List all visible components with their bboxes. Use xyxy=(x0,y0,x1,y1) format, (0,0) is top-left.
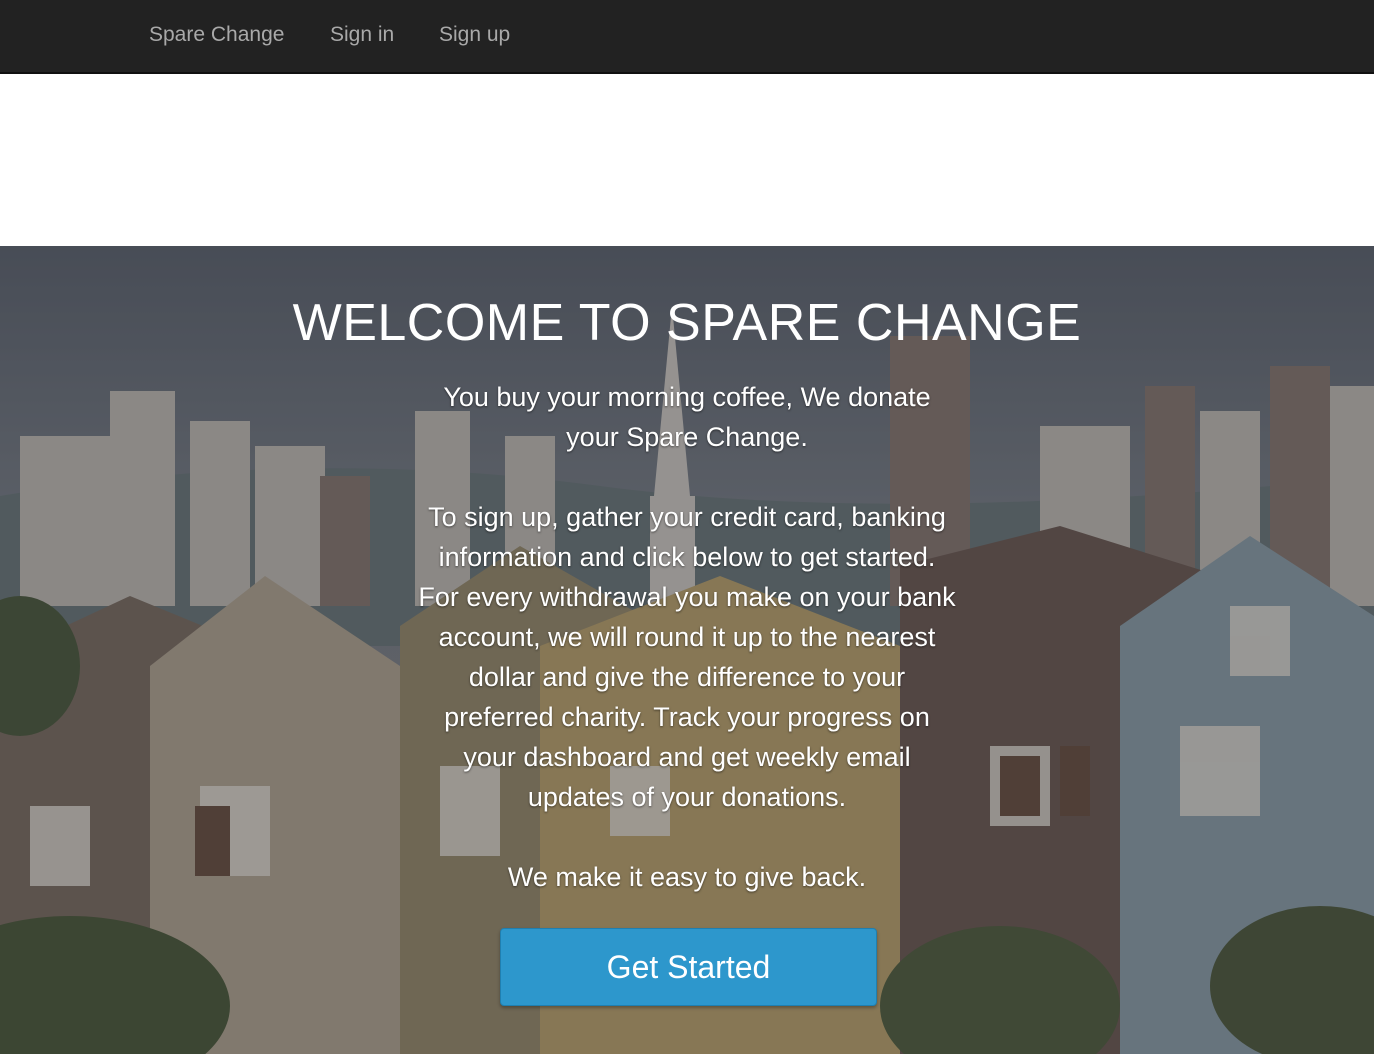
hero-title: WELCOME TO SPARE CHANGE xyxy=(292,294,1082,352)
hero-section: WELCOME TO SPARE CHANGE You buy your mor… xyxy=(0,246,1374,1054)
sign-in-link[interactable]: Sign in xyxy=(330,22,394,48)
top-navbar: Spare Change Sign in Sign up xyxy=(0,0,1374,74)
hero-tagline: You buy your morning coffee, We donate y… xyxy=(443,382,931,452)
sign-up-link[interactable]: Sign up xyxy=(439,22,510,48)
brand-link[interactable]: Spare Change xyxy=(149,22,284,48)
get-started-button[interactable]: Get Started xyxy=(500,928,877,1006)
hero-description: To sign up, gather your credit card, ban… xyxy=(418,502,956,812)
hero-closing-text: We make it easy to give back. xyxy=(507,862,867,892)
